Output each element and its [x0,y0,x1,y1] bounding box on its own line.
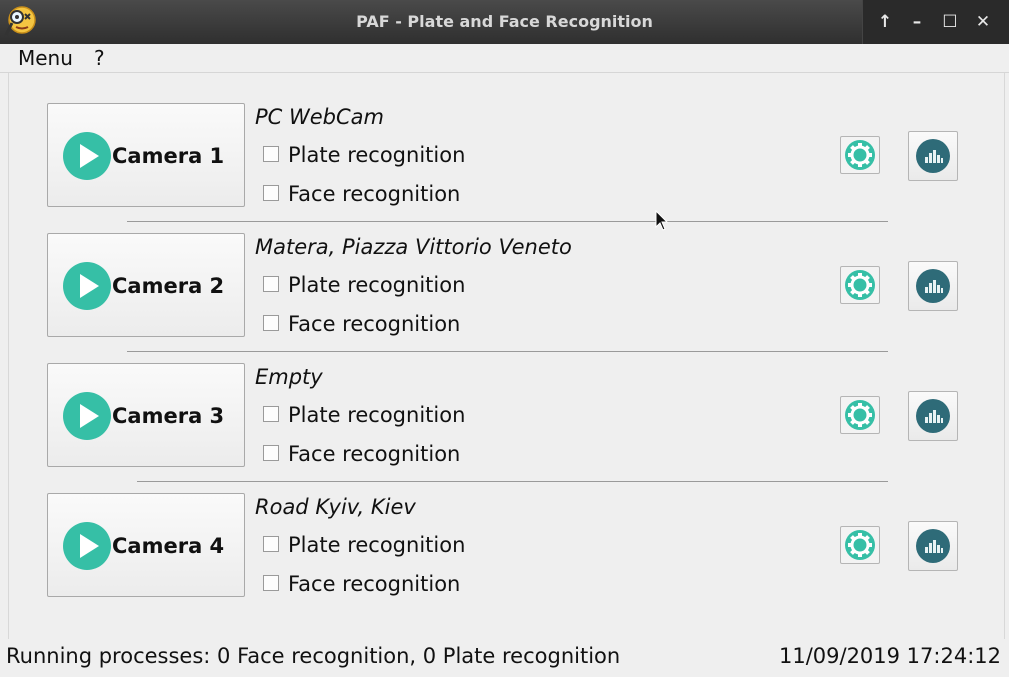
running-processes-status: Running processes: 0 Face recognition, 0… [6,644,621,668]
minimize-icon[interactable]: – [906,11,928,33]
play-icon [63,262,111,310]
checkbox-label: Face recognition [288,572,461,596]
camera-3-stats-button[interactable] [908,391,958,441]
camera-button-label: Camera 1 [112,144,225,168]
camera-1-settings-button[interactable] [840,136,880,174]
equalizer-icon [916,399,950,433]
camera-4-stats-button[interactable] [908,521,958,571]
camera-1-stats-button[interactable] [908,131,958,181]
maximize-icon[interactable]: ☐ [939,11,961,33]
checkbox-box[interactable] [263,315,279,331]
camera-name: Empty [255,365,323,389]
camera-row-1: Camera 1 PC WebCam Plate recognition Fac… [9,73,1004,222]
checkbox-label: Plate recognition [288,403,466,427]
clock: 11/09/2019 17:24:12 [778,644,1001,668]
checkbox-box[interactable] [263,406,279,422]
checkbox-label: Plate recognition [288,533,466,557]
camera-name: Road Kyiv, Kiev [255,495,416,519]
camera-button-label: Camera 4 [112,534,225,558]
status-bar: Running processes: 0 Face recognition, 0… [0,640,1009,677]
menu-help[interactable]: ? [94,44,105,72]
checkbox-label: Plate recognition [288,143,466,167]
play-icon [63,522,111,570]
checkbox-box[interactable] [263,276,279,292]
camera-1-start-button[interactable]: Camera 1 [47,103,245,207]
equalizer-icon [916,269,950,303]
camera-4-start-button[interactable]: Camera 4 [47,493,245,597]
checkbox-box[interactable] [263,185,279,201]
arrow-up-icon[interactable]: ↑ [874,11,896,33]
camera-list: Camera 1 PC WebCam Plate recognition Fac… [8,73,1005,639]
camera-row-4: Camera 4 Road Kyiv, Kiev Plate recogniti… [9,463,1004,597]
checkbox-box[interactable] [263,146,279,162]
menu-bar: Menu ? [0,44,1009,73]
gear-icon [845,530,875,560]
app-window: PAF - Plate and Face Recognition ↑ – ☐ ✕… [0,0,1009,677]
camera-button-label: Camera 2 [112,274,225,298]
close-icon[interactable]: ✕ [972,11,994,33]
equalizer-icon [916,139,950,173]
camera-3-settings-button[interactable] [840,396,880,434]
menu-main[interactable]: Menu [18,44,73,72]
camera-name: Matera, Piazza Vittorio Veneto [255,235,572,259]
camera-2-stats-button[interactable] [908,261,958,311]
camera-4-settings-button[interactable] [840,526,880,564]
gear-icon [845,140,875,170]
camera-row-3: Camera 3 Empty Plate recognition Face re… [9,333,1004,482]
gear-icon [845,270,875,300]
checkbox-box[interactable] [263,536,279,552]
checkbox-box[interactable] [263,445,279,461]
camera-row-2: Camera 2 Matera, Piazza Vittorio Veneto … [9,203,1004,352]
gear-icon [845,400,875,430]
window-controls: ↑ – ☐ ✕ [862,0,1009,44]
camera-2-settings-button[interactable] [840,266,880,304]
mouse-cursor-icon [655,210,669,231]
checkbox-box[interactable] [263,575,279,591]
equalizer-icon [916,529,950,563]
window-title: PAF - Plate and Face Recognition [356,12,653,31]
title-bar[interactable]: PAF - Plate and Face Recognition ↑ – ☐ ✕ [0,0,1009,44]
play-icon [63,132,111,180]
camera-3-start-button[interactable]: Camera 3 [47,363,245,467]
camera-2-start-button[interactable]: Camera 2 [47,233,245,337]
play-icon [63,392,111,440]
camera-button-label: Camera 3 [112,404,225,428]
camera-name: PC WebCam [255,105,385,129]
checkbox-label: Plate recognition [288,273,466,297]
